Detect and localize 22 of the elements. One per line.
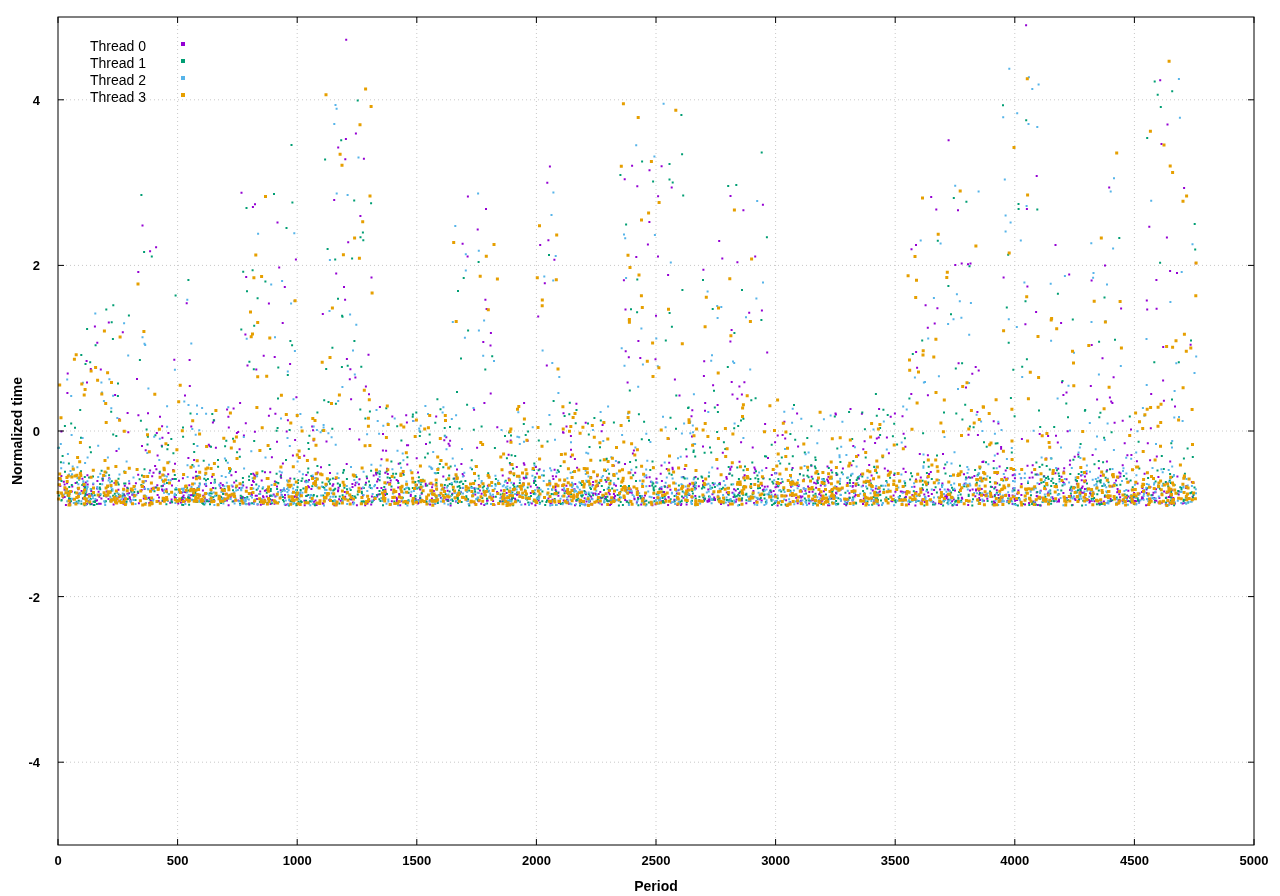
y-tick-label: -2	[28, 589, 40, 605]
x-tick-label: 3000	[761, 853, 791, 868]
x-tick-label: 1000	[282, 853, 312, 868]
y-tick-label: 4	[32, 92, 40, 108]
legend-label: Thread 1	[90, 55, 147, 71]
legend-label: Thread 0	[90, 38, 147, 54]
y-tick-label: 0	[32, 424, 40, 439]
x-tick-label: 500	[166, 853, 189, 868]
x-tick-label: 2500	[641, 853, 671, 868]
legend-label: Thread 2	[90, 72, 147, 88]
y-tick-label: -4	[28, 755, 40, 771]
y-tick-label: 2	[32, 258, 40, 274]
legend-label: Thread 3	[90, 89, 147, 105]
x-tick-label: 1500	[402, 853, 432, 868]
x-tick-label: 0	[54, 853, 62, 868]
x-tick-label: 2000	[521, 853, 551, 868]
x-tick-label: 3500	[880, 853, 910, 868]
y-axis-title: Normalized time	[9, 376, 25, 486]
x-axis-title: Period	[634, 878, 678, 894]
x-tick-label: 4500	[1119, 853, 1149, 868]
x-tick-label: 4000	[1000, 853, 1030, 868]
x-tick-label: 5000	[1239, 853, 1269, 868]
